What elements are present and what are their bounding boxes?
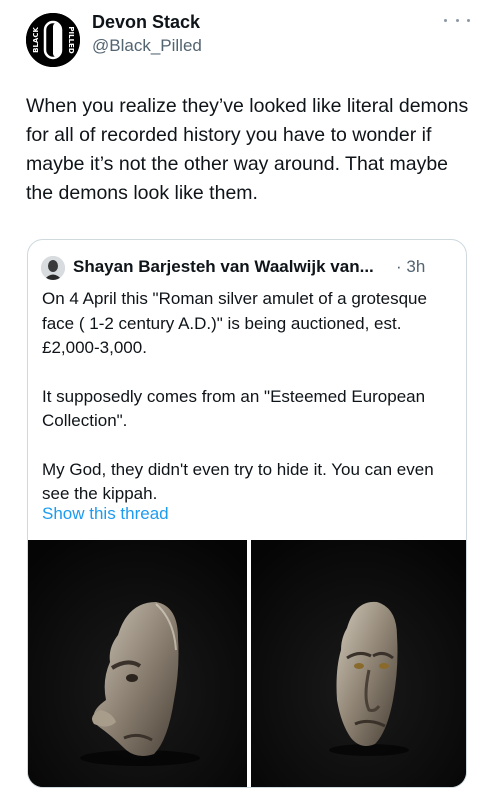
quoted-paragraph: My God, they didn't even try to hide it.… bbox=[42, 459, 434, 504]
amulet-side-image bbox=[251, 540, 466, 787]
avatar-text-left: BLACK bbox=[32, 27, 40, 53]
author-avatar[interactable]: BLACK PILLED bbox=[26, 13, 80, 67]
more-options-icon[interactable] bbox=[444, 10, 470, 30]
amulet-photo-side[interactable] bbox=[251, 540, 466, 787]
avatar-text-right: PILLED bbox=[67, 26, 75, 53]
quoted-paragraph: It supposedly comes from an "Esteemed Eu… bbox=[42, 386, 426, 431]
quoted-paragraph: On 4 April this "Roman silver amulet of … bbox=[42, 289, 427, 357]
amulet-front-image bbox=[28, 540, 247, 787]
portrait-icon bbox=[41, 256, 65, 280]
quoted-author-avatar[interactable] bbox=[41, 256, 65, 280]
quoted-text: On 4 April this "Roman silver amulet of … bbox=[42, 287, 457, 507]
amulet-photo-front[interactable] bbox=[28, 540, 247, 787]
quoted-timestamp[interactable]: · 3h bbox=[396, 257, 425, 277]
quoted-author-name[interactable]: Shayan Barjesteh van Waalwijk van... bbox=[73, 257, 403, 277]
author-handle[interactable]: @Black_Pilled bbox=[92, 36, 202, 56]
author-name[interactable]: Devon Stack bbox=[92, 12, 200, 33]
black-pill-logo-icon: BLACK PILLED bbox=[26, 13, 80, 67]
tweet-text: When you realize they’ve looked like lit… bbox=[26, 95, 469, 204]
show-thread-link[interactable]: Show this thread bbox=[42, 504, 169, 524]
quoted-tweet[interactable]: Shayan Barjesteh van Waalwijk van... · 3… bbox=[27, 239, 467, 788]
